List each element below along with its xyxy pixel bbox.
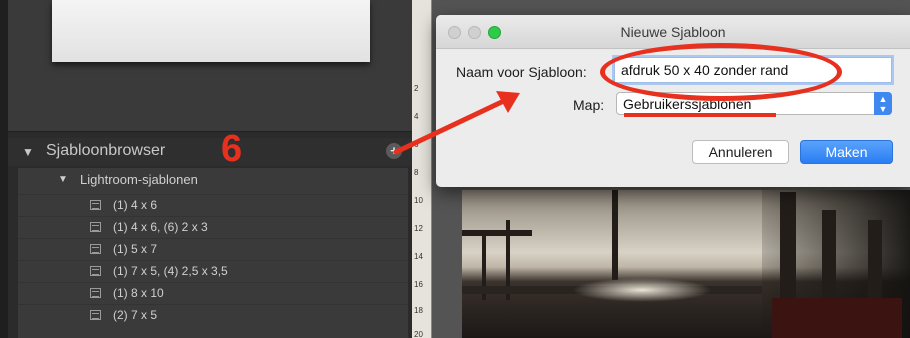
dialog-title: Nieuwe Sjabloon <box>620 24 726 40</box>
folder-label: Lightroom-sjablonen <box>80 172 198 187</box>
folder-label: Map: <box>573 97 605 113</box>
template-icon <box>90 244 101 254</box>
tree-item-label: (1) 5 x 7 <box>113 242 158 256</box>
collapse-triangle-icon[interactable]: ▼ <box>22 145 34 159</box>
ruler-label: 12 <box>414 224 423 233</box>
pier-pillar <box>780 192 796 302</box>
preview-area <box>8 0 412 132</box>
ruler-label: 20 <box>414 330 423 338</box>
create-button[interactable]: Maken <box>800 140 893 164</box>
template-icon <box>90 200 101 210</box>
tower <box>612 190 618 280</box>
harbor-photo <box>462 190 910 338</box>
tree-item[interactable]: (1) 7 x 5, (4) 2,5 x 3,5 <box>18 260 408 282</box>
tree-item[interactable]: (1) 5 x 7 <box>18 238 408 260</box>
cancel-button[interactable]: Annuleren <box>692 140 789 164</box>
template-tree: ▼ Lightroom-sjablonen (1) 4 x 6 (1) 4 x … <box>18 168 408 338</box>
tree-item-label: (1) 4 x 6 <box>113 198 158 212</box>
step-number: 6 <box>221 128 243 170</box>
pier-pillar <box>868 220 882 310</box>
tree-item[interactable]: (1) 4 x 6, (6) 2 x 3 <box>18 216 408 238</box>
left-panel: ▼ Sjabloonbrowser ▼ Lightroom-sjablonen … <box>0 0 418 338</box>
tree-item[interactable]: (1) 8 x 10 <box>18 282 408 304</box>
dialog-titlebar[interactable]: Nieuwe Sjabloon <box>436 15 910 49</box>
tree-item-label: (1) 8 x 10 <box>113 286 164 300</box>
template-icon <box>90 222 101 232</box>
tree-item-label: (1) 7 x 5, (4) 2,5 x 3,5 <box>113 264 228 278</box>
ruler-label: 16 <box>414 280 423 289</box>
tree-item-label: (2) 7 x 5 <box>113 308 158 322</box>
panel-edge <box>0 0 8 338</box>
annotation-ellipse <box>600 43 842 101</box>
annotation-underline <box>624 113 776 117</box>
template-name-label: Naam voor Sjabloon: <box>456 64 587 80</box>
preview-paper <box>52 0 370 62</box>
ruler-label: 18 <box>414 306 423 315</box>
pier-pillar <box>822 210 836 310</box>
folder-triangle-icon[interactable]: ▼ <box>58 174 68 185</box>
template-icon <box>90 310 101 320</box>
template-icon <box>90 288 101 298</box>
tree-item-label: (1) 4 x 6, (6) 2 x 3 <box>113 220 208 234</box>
annotation-arrow-icon <box>393 91 520 155</box>
template-browser-header[interactable]: ▼ Sjabloonbrowser <box>8 138 412 166</box>
template-browser-title: Sjabloonbrowser <box>46 142 166 159</box>
ruler-label: 10 <box>414 196 423 205</box>
tree-item[interactable]: (1) 4 x 6 <box>18 194 408 216</box>
tree-item[interactable]: (2) 7 x 5 <box>18 304 408 326</box>
water-glare <box>572 278 712 302</box>
boat <box>772 298 902 338</box>
up-down-arrows-icon[interactable]: ▲ ▼ <box>874 92 892 115</box>
ruler-label: 14 <box>414 252 423 261</box>
template-icon <box>90 266 101 276</box>
crane-beam <box>462 230 532 236</box>
